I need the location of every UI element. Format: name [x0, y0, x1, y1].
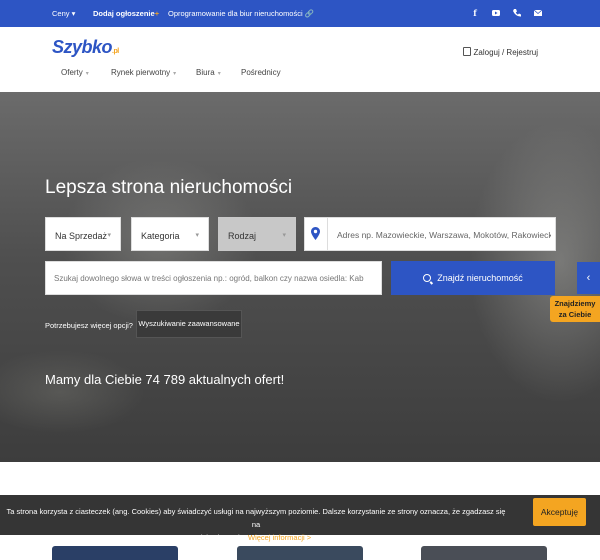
nav-label: Oferty: [61, 68, 83, 77]
nav-item-rynek-pierwotny[interactable]: Rynek pierwotny ▾: [111, 68, 176, 77]
accept-cookies-button[interactable]: Akceptuję: [533, 498, 586, 526]
side-panel-toggle[interactable]: ‹: [577, 262, 600, 294]
youtube-icon[interactable]: [491, 8, 501, 18]
address-placeholder: Adres np. Mazowieckie, Warszawa, Mokotów…: [337, 230, 551, 240]
cookie-text: Ta strona korzysta z ciasteczek (ang. Co…: [6, 505, 506, 544]
chevron-down-icon: ▾: [217, 71, 221, 77]
logo-suffix: .pl: [112, 48, 119, 55]
link-icon: 🔗: [304, 9, 315, 18]
login-icon: [462, 47, 471, 56]
cookie-text-line2: ich używanie.: [200, 533, 246, 542]
type-value: Rodzaj: [228, 231, 257, 241]
nav-label: Biura: [196, 68, 215, 77]
chevron-down-icon: ▾: [282, 232, 286, 239]
nav-item-oferty[interactable]: Oferty ▾: [61, 68, 89, 77]
category-select[interactable]: Kategoria ▾: [131, 217, 209, 251]
address-input[interactable]: Adres np. Mazowieckie, Warszawa, Mokotów…: [304, 217, 556, 251]
site-header: Szybko.pl Zaloguj / Rejestruj Oferty ▾ Ry…: [0, 27, 600, 92]
facebook-icon[interactable]: f: [470, 8, 480, 18]
nav-item-posrednicy[interactable]: Pośrednicy: [241, 68, 281, 77]
logo-text: Szybko: [52, 37, 113, 57]
divider: [327, 218, 328, 250]
find-for-you-tab[interactable]: Znajdziemy za Ciebie: [550, 296, 600, 322]
login-label: Zaloguj / Rejestruj: [473, 48, 538, 57]
plus-icon: +: [154, 9, 160, 18]
cookie-banner: Ta strona korzysta z ciasteczek (ang. Co…: [0, 495, 600, 542]
chevron-down-icon: ▾: [195, 232, 199, 239]
chevron-down-icon: ▾: [85, 71, 89, 77]
hero-search: Lepsza strona nieruchomości Na Sprzedaż ▾…: [0, 92, 600, 462]
more-options-label: Potrzebujesz więcej opcji?: [45, 321, 133, 330]
advanced-search-button[interactable]: Wyszukiwanie zaawansowane: [136, 310, 242, 338]
cookie-text-line1: Ta strona korzysta z ciasteczek (ang. Co…: [6, 507, 506, 529]
prices-menu[interactable]: Ceny ▾: [52, 9, 75, 18]
listing-thumbnail[interactable]: [52, 546, 178, 560]
chevron-down-icon: ▾: [107, 232, 111, 239]
nav-item-biura[interactable]: Biura ▾: [196, 68, 221, 77]
offers-count: Mamy dla Ciebie 74 789 aktualnych ofert!: [45, 372, 285, 387]
transaction-value: Na Sprzedaż: [55, 231, 108, 241]
nav-label: Pośrednicy: [241, 68, 281, 77]
find-button-label: Znajdź nieruchomość: [437, 273, 523, 283]
add-listing-link[interactable]: Dodaj ogłoszenie+: [93, 9, 159, 18]
phone-icon[interactable]: [512, 8, 522, 18]
map-pin-icon: [311, 227, 320, 240]
keyword-placeholder: Szukaj dowolnego słowa w treści ogłoszen…: [54, 274, 364, 283]
find-property-button[interactable]: Znajdź nieruchomość: [391, 261, 555, 295]
search-icon: [423, 274, 432, 282]
find-for-you-line2: za Ciebie: [558, 310, 592, 319]
mail-icon[interactable]: [533, 8, 543, 18]
login-link[interactable]: Zaloguj / Rejestruj: [462, 47, 538, 57]
find-for-you-line1: Znajdziemy: [554, 299, 596, 308]
category-value: Kategoria: [141, 231, 180, 241]
cookie-more-link[interactable]: Więcej informacji >: [248, 533, 311, 542]
chevron-down-icon: ▾: [173, 71, 177, 77]
keyword-input[interactable]: Szukaj dowolnego słowa w treści ogłoszen…: [45, 261, 382, 295]
nav-label: Rynek pierwotny: [111, 68, 171, 77]
software-link[interactable]: Oprogramowanie dla biur nieruchomości 🔗: [168, 9, 314, 18]
transaction-select[interactable]: Na Sprzedaż ▾: [45, 217, 121, 251]
top-bar: Ceny ▾ Dodaj ogłoszenie+ Oprogramowanie …: [0, 0, 600, 27]
listing-thumbnail[interactable]: [421, 546, 547, 560]
add-listing-label: Dodaj ogłoszenie: [93, 9, 155, 18]
logo[interactable]: Szybko.pl: [52, 37, 119, 58]
listing-thumbnail[interactable]: [237, 546, 363, 560]
type-select[interactable]: Rodzaj ▾: [218, 217, 296, 251]
software-label: Oprogramowanie dla biur nieruchomości: [168, 9, 303, 18]
hero-title: Lepsza strona nieruchomości: [45, 177, 293, 198]
chevron-left-icon: ‹: [586, 272, 591, 284]
